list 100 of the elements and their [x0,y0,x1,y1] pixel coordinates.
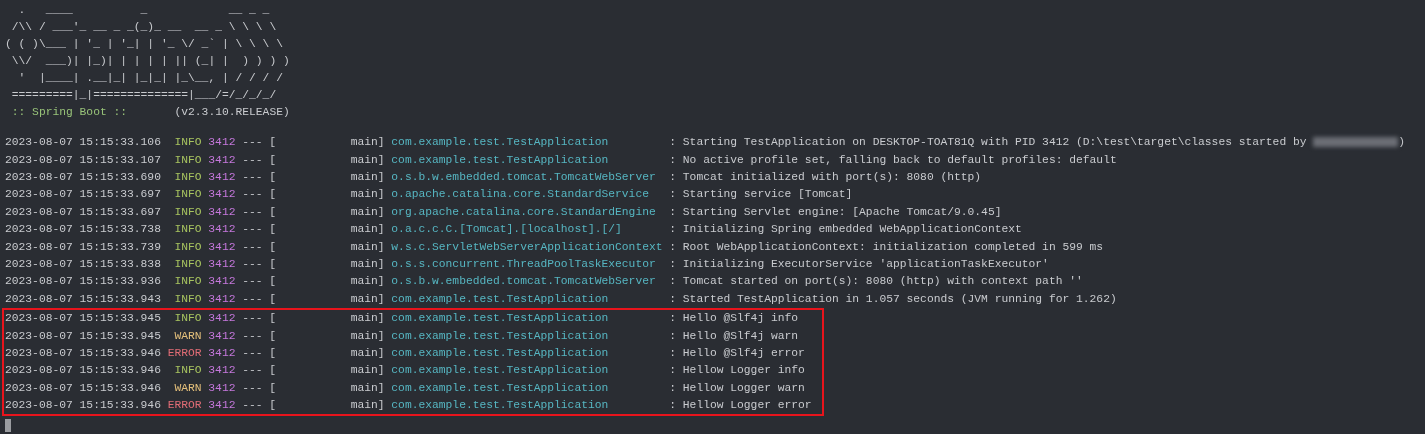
log-level: INFO [173,274,202,290]
log-message: : No active profile set, falling back to default profiles: default [669,153,1117,166]
bracket-text: [ [269,257,277,270]
bracket-text: [ [269,136,277,149]
logger-name: w.s.c.ServletWebServerApplicationContext [391,239,663,255]
process-id: 3412 [208,381,236,394]
thread-name: main] [349,256,385,272]
separator-text: --- [242,364,263,377]
bracket-text: [ [269,399,277,412]
separator-text: --- [242,240,263,253]
logger-name: o.s.b.w.embedded.tomcat.TomcatWebServer [391,274,657,290]
log-message: : Hellow Logger error [669,399,812,412]
log-timestamp: 2023-08-07 15:15:33.107 [5,152,161,168]
log-level: INFO [173,239,202,255]
log-message: : Hellow Logger warn [669,381,805,394]
bracket-text: [ [269,275,277,288]
thread-name: main] [349,363,385,379]
log-level: INFO [173,256,202,272]
process-id: 3412 [208,188,236,201]
log-message: : Tomcat initialized with port(s): 8080 (http) [669,171,982,183]
log-timestamp: 2023-08-07 15:15:33.936 [5,274,161,290]
log-timestamp: 2023-08-07 15:15:33.945 [5,311,161,327]
logger-name: com.example.test.TestApplication [391,398,610,414]
log-timestamp: 2023-08-07 15:15:33.945 [5,328,161,344]
bracket-text: [ [269,205,277,218]
log-message: : Starting service [Tomcat] [669,188,853,201]
banner-label: :: Spring Boot :: [10,105,129,118]
separator-text: --- [242,205,263,218]
thread-name: main] [349,328,385,344]
process-id: 3412 [208,329,236,342]
bracket-text: [ [269,153,277,166]
bracket-text: [ [269,292,277,305]
process-id: 3412 [208,364,236,377]
bracket-text: [ [269,364,277,377]
logger-name: com.example.test.TestApplication [391,363,610,379]
process-id: 3412 [208,223,236,236]
thread-name: main] [349,398,385,414]
separator-text: --- [242,275,263,288]
log-message: : Starting Servlet engine: [Apache Tomcat/9.0.45] [669,205,1002,218]
bracket-text: [ [269,240,277,253]
separator-text: --- [242,153,263,166]
log-message: : Hellow Logger info [669,364,805,377]
logger-name: org.apache.catalina.core.StandardEngine [391,204,657,220]
logger-name: o.s.s.concurrent.ThreadPoolTaskExecutor [391,256,657,272]
log-message: : Hello @Slf4j error [669,346,805,359]
process-id: 3412 [208,275,236,288]
logger-name: com.example.test.TestApplication [391,311,610,327]
log-message: : Root WebApplicationContext: initialization completed in 599 ms [669,240,1104,253]
log-message: : Hello @Slf4j info [669,312,799,325]
log-timestamp: 2023-08-07 15:15:33.106 [5,135,161,151]
bracket-text: [ [269,329,277,342]
log-level: WARN [173,380,202,396]
separator-text: --- [242,136,263,149]
log-message: : Hello @Slf4j warn [669,329,799,342]
logger-name: com.example.test.TestApplication [391,152,610,168]
thread-name: main] [349,380,385,396]
log-level: INFO [173,187,202,203]
log-timestamp: 2023-08-07 15:15:33.946 [5,345,161,361]
thread-name: main] [349,170,385,185]
process-id: 3412 [208,153,236,166]
thread-name: main] [349,345,385,361]
thread-name: main] [349,311,385,327]
logger-name: o.a.c.c.C.[Tomcat].[localhost].[/] [391,222,623,238]
separator-text: --- [242,188,263,201]
log-message: : Started TestApplication in 1.057 seconds (JVM running for 1.262) [669,292,1117,305]
log-level: INFO [173,363,202,379]
log-level: INFO [173,291,202,307]
log-message: : Initializing Spring embedded WebApplicationContext [669,223,1022,236]
log-level: WARN [173,328,202,344]
thread-name: main] [349,135,385,151]
log-message: : Starting TestApplication on DESKTOP-TOAT81Q with PID 3412 (D:\test\target\classes started by [669,136,1307,149]
log-message: : Initializing ExecutorService 'applicationTaskExecutor' [669,257,1049,270]
log-level: ERROR [167,345,202,361]
process-id: 3412 [208,136,236,149]
thread-name: main] [349,152,385,168]
ascii-art-logo: . ____ _ __ _ _ /\\ / ___'_ __ _ _(_)_ __ __ _ \ \ \ \ ( ( )\___ | '_ | '_| | '_ \/ _` | \ \ \ \ \\/ ___)| |_)| | | | | || (_| | ) ) ) ) ' |____| .__|_| |_|_| |_\__, | / / / / =========|_|==============|___/=/_/_/_/ [5,3,291,103]
version-text: (v2.3.10.RELEASE) [173,105,290,118]
bracket-text: [ [269,171,277,183]
log-timestamp: 2023-08-07 15:15:33.946 [5,363,161,379]
separator-text: --- [242,381,263,394]
logger-name: com.example.test.TestApplication [391,135,610,151]
log-message: : Tomcat started on port(s): 8080 (http) with context path '' [669,275,1083,288]
log-timestamp: 2023-08-07 15:15:33.946 [5,398,161,414]
separator-text: --- [242,257,263,270]
logger-name: o.s.b.w.embedded.tomcat.TomcatWebServer [391,170,657,185]
separator-text: --- [242,292,263,305]
logger-name: com.example.test.TestApplication [391,345,610,361]
separator-text: --- [242,329,263,342]
bracket-text: [ [269,381,277,394]
logger-name: com.example.test.TestApplication [391,291,610,307]
bracket-text: [ [269,188,277,201]
log-timestamp: 2023-08-07 15:15:33.697 [5,204,161,220]
logger-name: com.example.test.TestApplication [391,380,610,396]
thread-name: main] [349,187,385,203]
log-timestamp: 2023-08-07 15:15:33.943 [5,291,161,307]
process-id: 3412 [208,240,236,253]
log-timestamp: 2023-08-07 15:15:33.739 [5,239,161,255]
log-level: INFO [173,135,202,151]
log-level: ERROR [167,398,202,414]
separator-text: --- [242,223,263,236]
